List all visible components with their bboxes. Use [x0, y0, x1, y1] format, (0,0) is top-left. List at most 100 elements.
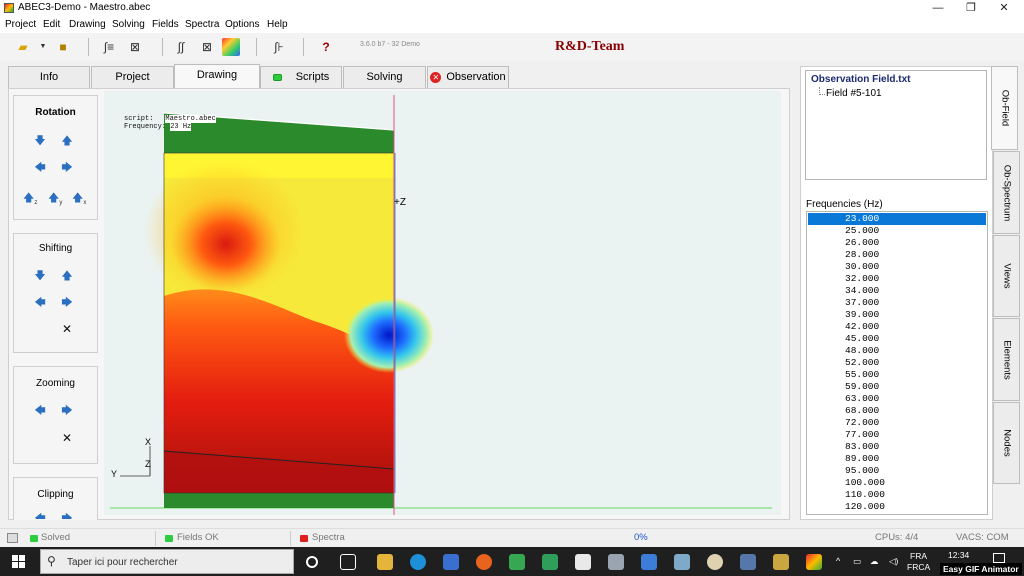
reset-zoom-icon[interactable]: ✕	[62, 431, 72, 445]
frequency-item[interactable]: 28.000	[808, 249, 986, 261]
frequency-list[interactable]: 23.000 25.000 26.000 28.000 30.000 32.000 34.0…	[806, 211, 988, 515]
frequency-item[interactable]: 72.000	[808, 417, 986, 429]
minimize-button[interactable]: —	[922, 0, 954, 17]
rotate-y-button[interactable]: 🡅y	[48, 192, 62, 206]
clock-time[interactable]: 12:34	[948, 550, 969, 560]
menu-options[interactable]: Options	[225, 19, 259, 30]
shift-down-arrow-icon[interactable]: 🡇	[34, 270, 46, 282]
rotate-right-arrow-icon[interactable]: 🡆	[61, 162, 73, 174]
tray-arrow-icon[interactable]: ^	[836, 556, 840, 566]
frequency-item[interactable]: 77.000	[808, 429, 986, 441]
language-secondary[interactable]: FRCA	[907, 562, 930, 572]
field-colormap-icon[interactable]	[222, 38, 240, 56]
side-tab-ob-field[interactable]: Ob-Field	[991, 66, 1018, 150]
rotate-x-button[interactable]: 🡅x	[72, 192, 86, 206]
frequency-item[interactable]: 55.000	[808, 369, 986, 381]
document-icon[interactable]	[575, 554, 591, 570]
tab-info[interactable]: Info	[8, 66, 90, 88]
frequency-item[interactable]: 110.000	[808, 489, 986, 501]
drawing-canvas[interactable]: script: Maestro.abec Frequency: 23 Hz +Z …	[104, 91, 781, 515]
windows-start-icon[interactable]	[12, 555, 26, 569]
frequency-item[interactable]: 26.000	[808, 237, 986, 249]
frequency-item[interactable]: 52.000	[808, 357, 986, 369]
zoom-in-arrow-icon[interactable]: 🡆	[61, 405, 73, 417]
help-icon[interactable]: ?	[317, 38, 335, 56]
app-icon-image[interactable]	[773, 554, 789, 570]
menu-fields[interactable]: Fields	[152, 19, 179, 30]
open-folder-icon[interactable]: ▰	[14, 38, 32, 56]
menu-edit[interactable]: Edit	[43, 19, 60, 30]
clip-left-arrow-icon[interactable]: 🡄	[34, 513, 46, 519]
shift-up-arrow-icon[interactable]: 🡅	[61, 270, 73, 282]
frequency-item[interactable]: 48.000	[808, 345, 986, 357]
observation-field-item[interactable]: Field #5-101	[826, 88, 882, 99]
task-view-icon[interactable]	[340, 554, 356, 570]
frequency-item[interactable]: 37.000	[808, 297, 986, 309]
app-icon-blue[interactable]	[674, 554, 690, 570]
shift-right-arrow-icon[interactable]: 🡆	[61, 297, 73, 309]
edge-icon[interactable]	[410, 554, 426, 570]
reset-shift-icon[interactable]: ✕	[62, 322, 72, 336]
frequency-item[interactable]: 30.000	[808, 261, 986, 273]
cortana-icon[interactable]	[306, 556, 318, 568]
language-primary[interactable]: FRA	[910, 551, 927, 561]
notification-icon[interactable]	[993, 553, 1005, 563]
frequency-item[interactable]: 25.000	[808, 225, 986, 237]
app-icon-disc[interactable]	[707, 554, 723, 570]
frequency-item[interactable]: 89.000	[808, 453, 986, 465]
frequency-item[interactable]: 120.000	[808, 501, 986, 513]
spectra-icon[interactable]: ∫⊦	[270, 38, 288, 56]
rotate-up-arrow-icon[interactable]: 🡅	[61, 135, 73, 147]
side-tab-ob-spectrum[interactable]: Ob-Spectrum	[993, 151, 1020, 234]
frequency-item[interactable]: 32.000	[808, 273, 986, 285]
app-icon-notes[interactable]	[542, 554, 558, 570]
side-tab-views[interactable]: Views	[993, 235, 1020, 317]
dropdown-arrow-icon[interactable]: ▼	[34, 38, 52, 56]
script-integral-icon[interactable]: ∫≡	[100, 38, 118, 56]
menu-help[interactable]: Help	[267, 19, 288, 30]
save-icon[interactable]: ■	[54, 38, 72, 56]
taskbar-search-box[interactable]: ⚲ Taper ici pour rechercher	[40, 549, 294, 574]
side-tab-nodes[interactable]: Nodes	[993, 402, 1020, 484]
zoom-out-arrow-icon[interactable]: 🡄	[34, 405, 46, 417]
mail-icon[interactable]	[641, 554, 657, 570]
store-icon[interactable]	[443, 554, 459, 570]
shift-left-arrow-icon[interactable]: 🡄	[34, 297, 46, 309]
frequency-item[interactable]: 63.000	[808, 393, 986, 405]
app-icon-window[interactable]	[740, 554, 756, 570]
rotate-z-button[interactable]: 🡅z	[23, 192, 37, 206]
mesh-icon[interactable]: ⊠	[126, 38, 144, 56]
frequency-item[interactable]: 100.000	[808, 477, 986, 489]
maximize-button[interactable]: ❐	[955, 0, 987, 17]
clip-right-arrow-icon[interactable]: 🡆	[61, 513, 73, 519]
frequency-item[interactable]: 34.000	[808, 285, 986, 297]
menu-solving[interactable]: Solving	[112, 19, 145, 30]
network-icon[interactable]: ▭	[853, 556, 861, 567]
frequency-item[interactable]: 83.000	[808, 441, 986, 453]
frequency-item[interactable]: 42.000	[808, 321, 986, 333]
menu-drawing[interactable]: Drawing	[69, 19, 106, 30]
frequency-item[interactable]: 95.000	[808, 465, 986, 477]
frequency-item[interactable]: 45.000	[808, 333, 986, 345]
abec-taskbar-icon[interactable]	[806, 554, 822, 570]
tab-solving[interactable]: Solving	[343, 66, 426, 88]
observation-tree[interactable]: Observation Field.txt Field #5-101	[805, 70, 987, 180]
frequency-item[interactable]: 39.000	[808, 309, 986, 321]
grid-icon[interactable]: ⊠	[198, 38, 216, 56]
frequency-item[interactable]: 59.000	[808, 381, 986, 393]
onedrive-icon[interactable]: ☁	[870, 556, 879, 567]
app-icon-grey[interactable]	[608, 554, 624, 570]
tab-project[interactable]: Project	[91, 66, 174, 88]
solve-integral-icon[interactable]: ∫∫	[172, 38, 190, 56]
tab-scripts[interactable]: Scripts	[260, 66, 342, 88]
rotate-down-arrow-icon[interactable]: 🡇	[34, 135, 46, 147]
frequency-item[interactable]: 23.000	[808, 213, 986, 225]
menu-project[interactable]: Project	[5, 19, 36, 30]
file-explorer-icon[interactable]	[377, 554, 393, 570]
rotate-left-arrow-icon[interactable]: 🡄	[34, 162, 46, 174]
tab-drawing[interactable]: Drawing	[174, 64, 260, 89]
firefox-icon[interactable]	[476, 554, 492, 570]
frequency-item[interactable]: 68.000	[808, 405, 986, 417]
close-button[interactable]: ✕	[988, 0, 1020, 17]
tab-observation[interactable]: ✕ Observation	[427, 66, 509, 88]
